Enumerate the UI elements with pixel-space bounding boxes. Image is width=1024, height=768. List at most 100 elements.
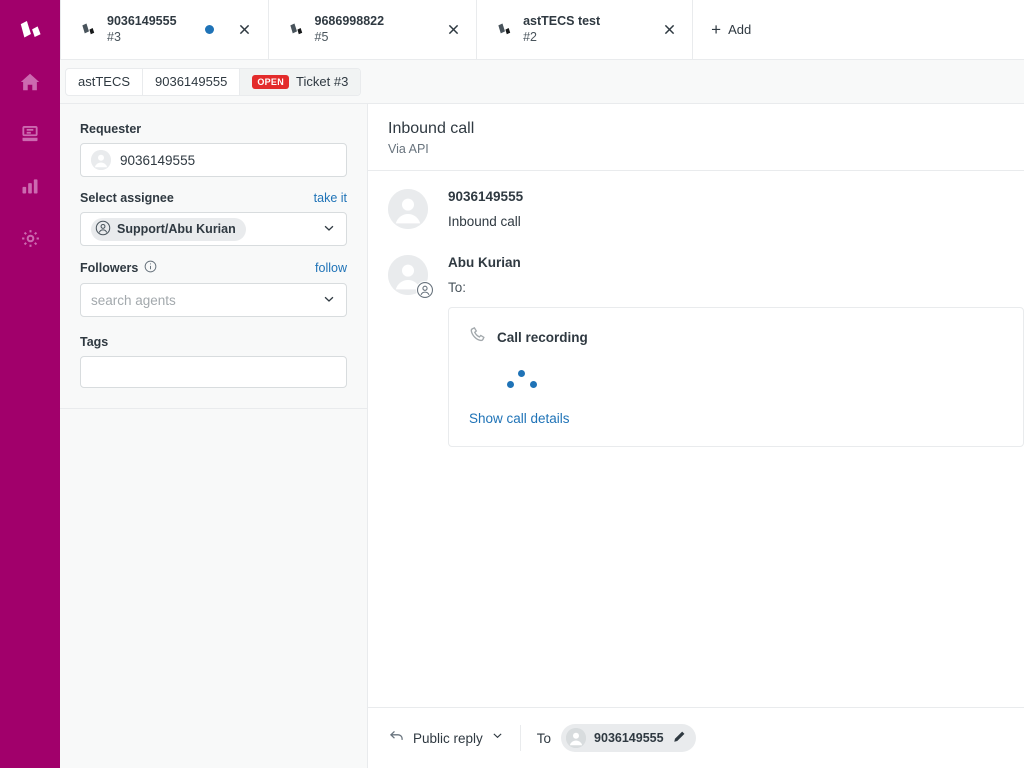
ticket-tab-1[interactable]: 9686998822 #5 (269, 0, 478, 59)
requester-label: Requester (80, 122, 141, 136)
message-body: 9036149555 Inbound call (448, 189, 1004, 229)
breadcrumb-label: astTECS (78, 74, 130, 89)
ticket-tab-title: astTECS test (523, 14, 600, 30)
assignee-label-row: Select assignee take it (80, 191, 347, 205)
chevron-down-icon (322, 221, 336, 238)
assignee-field: Select assignee take it (80, 191, 347, 246)
ticket-properties-panel: Requester 9036149555 (60, 104, 368, 768)
conversation-message: Abu Kurian To: Call recording (388, 255, 1004, 447)
tags-label-row: Tags (80, 335, 347, 349)
reply-composer-bar: Public reply To (368, 707, 1024, 768)
user-avatar-icon (91, 150, 111, 170)
conversation-pane: Inbound call Via API (368, 104, 1024, 768)
requester-field: Requester 9036149555 (80, 122, 347, 177)
ticket-tab-title: 9686998822 (315, 14, 385, 30)
avatar (388, 189, 428, 229)
breadcrumb-item-ticket[interactable]: OPEN Ticket #3 (240, 69, 360, 95)
global-sidebar (0, 0, 60, 768)
breadcrumb-item-brand[interactable]: astTECS (66, 69, 143, 95)
ticket-icon (495, 21, 513, 39)
spinner-dot (507, 381, 514, 388)
ticket-header: Inbound call Via API (368, 104, 1024, 171)
spinner-dot (530, 381, 537, 388)
requester-input[interactable]: 9036149555 (80, 143, 347, 177)
tags-input[interactable] (80, 356, 347, 388)
reply-type-selector[interactable]: Public reply (388, 727, 504, 749)
info-icon[interactable] (144, 260, 157, 276)
close-icon[interactable] (444, 21, 462, 39)
call-recording-title: Call recording (497, 330, 588, 345)
breadcrumb-item-requester[interactable]: 9036149555 (143, 69, 240, 95)
properties-empty-space (60, 409, 367, 768)
breadcrumb-label: 9036149555 (155, 74, 227, 89)
add-tab-button[interactable]: + Add (693, 0, 769, 59)
ticket-tab-text: 9036149555 #3 (107, 14, 177, 45)
assignee-label: Select assignee (80, 191, 174, 205)
tabbar-filler (769, 0, 1024, 59)
tags-section: Tags (60, 331, 367, 409)
ticket-channel: Via API (388, 142, 1004, 156)
ticket-tab-text: 9686998822 #5 (315, 14, 385, 45)
tags-label: Tags (80, 335, 108, 349)
home-icon (19, 71, 41, 93)
breadcrumb-label: Ticket #3 (296, 74, 348, 89)
gear-icon (20, 228, 41, 249)
sidebar-item-home[interactable] (10, 62, 50, 102)
take-it-link[interactable]: take it (314, 191, 347, 205)
reporting-bar-chart-icon (20, 176, 40, 196)
assignee-select[interactable]: Support/Abu Kurian (80, 212, 347, 246)
ticket-tab-title: 9036149555 (107, 14, 177, 30)
message-author: 9036149555 (448, 189, 1004, 204)
reply-recipient-value: 9036149555 (594, 731, 664, 745)
conversation-feed: 9036149555 Inbound call (368, 171, 1024, 707)
message-body: Abu Kurian To: Call recording (448, 255, 1004, 447)
breadcrumb-bar: astTECS 9036149555 OPEN Ticket #3 (60, 60, 1024, 104)
avatar (388, 255, 428, 295)
followers-label-row: Followers follow (80, 260, 347, 276)
workspace-right: 9036149555 #3 96869 (60, 0, 1024, 768)
sidebar-item-views[interactable] (10, 114, 50, 154)
message-text: Inbound call (448, 214, 1004, 229)
followers-select[interactable]: search agents (80, 283, 347, 317)
ticket-tab-bar: 9036149555 #3 96869 (60, 0, 1024, 60)
plus-icon: + (711, 21, 721, 38)
followers-placeholder: search agents (91, 293, 176, 308)
views-icon (20, 124, 40, 144)
reply-to-label: To (537, 731, 551, 746)
agent-icon (416, 281, 434, 299)
follow-link[interactable]: follow (315, 261, 347, 275)
reply-type-label: Public reply (413, 731, 483, 746)
breadcrumb: astTECS 9036149555 OPEN Ticket #3 (65, 68, 361, 96)
assignee-value: Support/Abu Kurian (117, 222, 236, 236)
unread-indicator-dot (205, 25, 214, 34)
sidebar-item-settings[interactable] (10, 218, 50, 258)
reply-recipient-pill[interactable]: 9036149555 (561, 724, 696, 752)
reply-arrow-icon (388, 727, 405, 749)
zendesk-logo-icon[interactable] (10, 10, 50, 50)
ticket-tab-0[interactable]: 9036149555 #3 (60, 0, 269, 59)
page-title: Inbound call (388, 120, 1004, 138)
sidebar-item-reporting[interactable] (10, 166, 50, 206)
followers-label: Followers (80, 261, 138, 275)
ticket-tab-2[interactable]: astTECS test #2 (477, 0, 693, 59)
requester-value: 9036149555 (120, 153, 195, 168)
followers-field: Followers follow (80, 260, 347, 317)
status-badge: OPEN (252, 75, 289, 89)
tags-field: Tags (80, 335, 347, 388)
message-author: Abu Kurian (448, 255, 1004, 270)
call-recording-header: Call recording (469, 326, 1003, 349)
chevron-down-icon (491, 729, 504, 747)
user-avatar-icon (566, 728, 586, 748)
followers-label-group: Followers (80, 260, 157, 276)
ticket-tab-number: #3 (107, 30, 177, 46)
assignee-pill: Support/Abu Kurian (91, 218, 246, 241)
phone-icon (469, 326, 487, 349)
close-icon[interactable] (660, 21, 678, 39)
message-recipient-label: To: (448, 280, 1004, 295)
divider (520, 725, 521, 751)
call-recording-card: Call recording Show call details (448, 307, 1024, 447)
show-call-details-link[interactable]: Show call details (469, 411, 1003, 426)
pencil-icon[interactable] (672, 730, 686, 747)
ticket-tab-number: #5 (315, 30, 385, 46)
close-icon[interactable] (236, 21, 254, 39)
